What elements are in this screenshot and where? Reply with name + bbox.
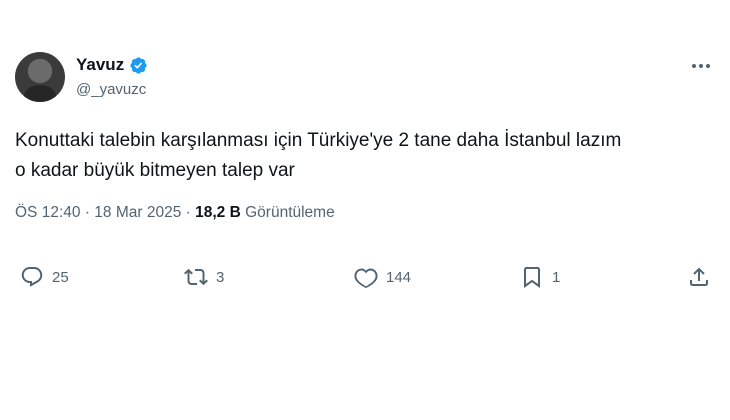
bookmark-button[interactable]: 1 bbox=[520, 265, 560, 289]
reply-icon bbox=[21, 267, 43, 287]
tweet-text: Konuttaki talebin karşılanması için Türk… bbox=[15, 126, 715, 186]
avatar[interactable] bbox=[15, 52, 65, 102]
tweet: Yavuz @_yavuzc Konuttaki talebin karşıla… bbox=[0, 0, 730, 420]
meta-separator: · bbox=[185, 204, 191, 221]
share-button[interactable] bbox=[687, 265, 711, 289]
tweet-text-line-1: Konuttaki talebin karşılanması için Türk… bbox=[15, 130, 622, 151]
share-icon bbox=[690, 267, 708, 286]
meta-separator: · bbox=[84, 204, 90, 221]
reply-count: 25 bbox=[52, 268, 69, 286]
author-handle[interactable]: @_yavuzc bbox=[76, 81, 146, 98]
retweet-count: 3 bbox=[216, 268, 225, 286]
tweet-time[interactable]: ÖS 12:40 bbox=[15, 204, 81, 221]
tweet-text-line-2: o kadar büyük bitmeyen talep var bbox=[15, 160, 295, 181]
author-display-name[interactable]: Yavuz bbox=[76, 55, 124, 75]
like-button[interactable]: 144 bbox=[354, 265, 411, 289]
bookmark-icon bbox=[524, 267, 540, 288]
tweet-date[interactable]: 18 Mar 2025 bbox=[94, 204, 181, 221]
author-name-row: Yavuz bbox=[76, 55, 148, 75]
verified-badge-icon bbox=[130, 56, 147, 74]
retweet-button[interactable]: 3 bbox=[184, 265, 224, 289]
heart-icon bbox=[354, 268, 378, 289]
tweet-meta: ÖS 12:40 · 18 Mar 2025 · 18,2 B Görüntül… bbox=[15, 204, 335, 222]
tweet-actions: 25 3 144 1 bbox=[20, 265, 715, 293]
views-count: 18,2 B bbox=[195, 204, 241, 221]
retweet-icon bbox=[184, 268, 208, 286]
views-label: Görüntüleme bbox=[245, 204, 335, 221]
more-options-icon[interactable] bbox=[690, 58, 712, 74]
reply-button[interactable]: 25 bbox=[20, 265, 69, 289]
bookmark-count: 1 bbox=[552, 268, 561, 286]
like-count: 144 bbox=[386, 268, 412, 286]
